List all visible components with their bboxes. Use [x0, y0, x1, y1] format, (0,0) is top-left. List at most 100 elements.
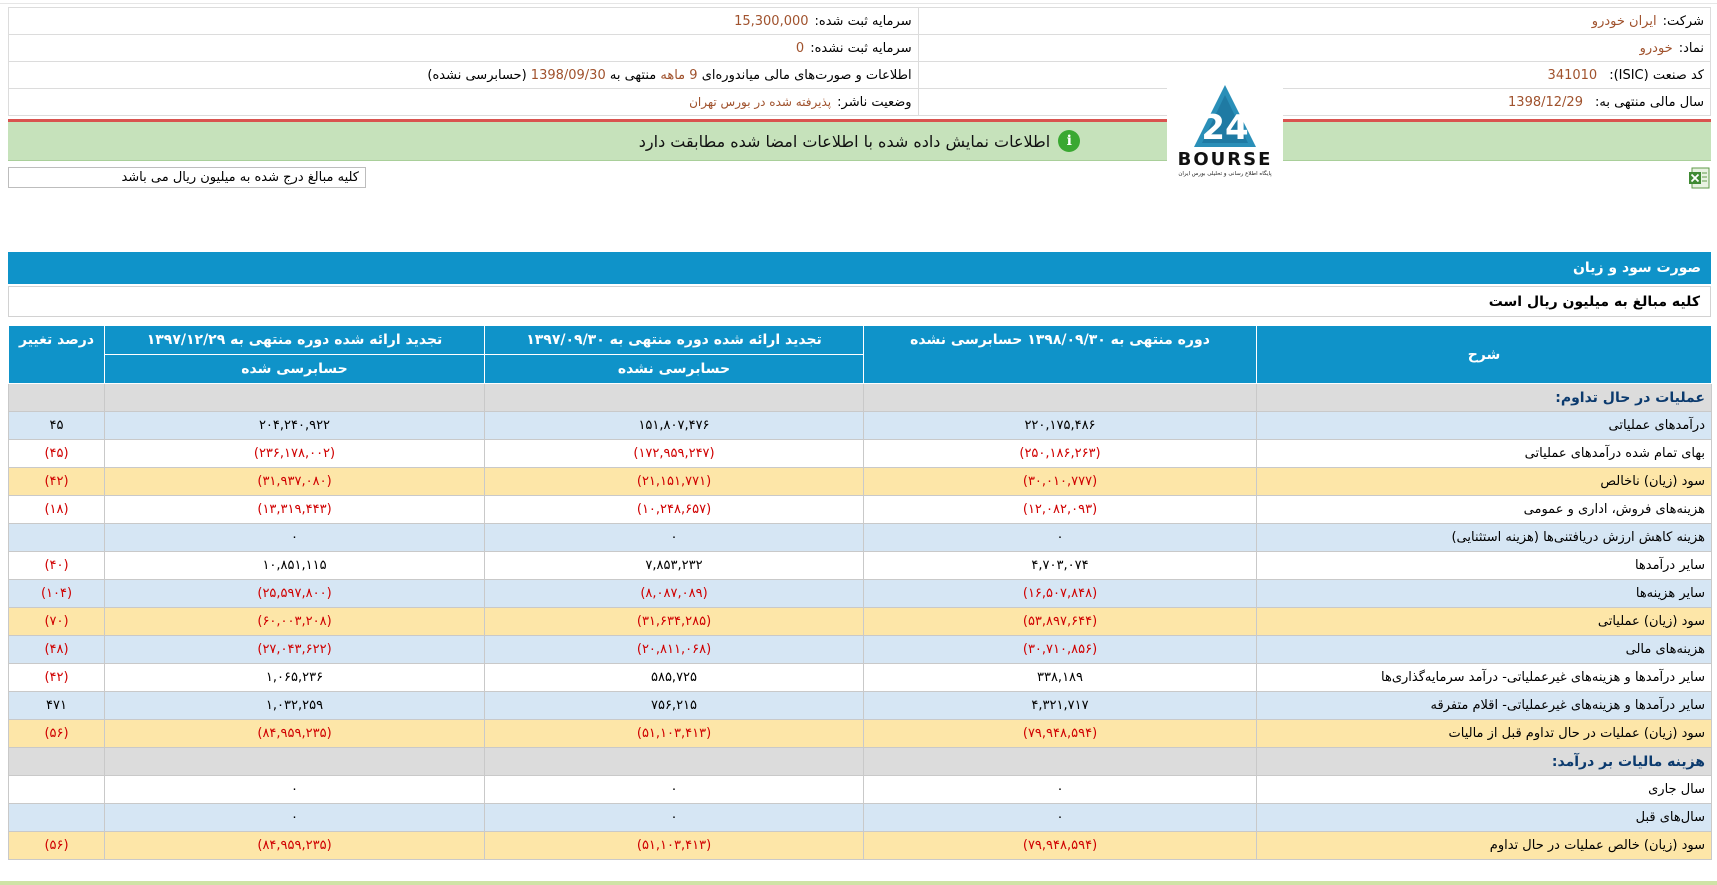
- row-description: سال جاری: [1256, 775, 1712, 804]
- row-value-1397-09-30: (۱۷۲,۹۵۹,۲۴۷): [484, 439, 864, 468]
- row-value-1398-09-30: ۳۳۸,۱۸۹: [863, 663, 1257, 692]
- header-pct: درصد تغییر: [8, 325, 105, 384]
- bottom-strip: [0, 881, 1717, 885]
- fiscal-year-cell: سال مالی منتهی به:1398/12/29: [917, 88, 1712, 116]
- registered-capital-value: 15,300,000: [734, 13, 809, 29]
- row-percent-change: (۴۲): [8, 467, 105, 496]
- row-value-1397-09-30: (۵۱,۱۰۳,۴۱۳): [484, 831, 864, 860]
- isic-cell: کد صنعت (ISIC):341010: [917, 61, 1712, 89]
- row-percent-change: (۱۰۴): [8, 579, 105, 608]
- row-value-1398-09-30: ۴,۳۲۱,۷۱۷: [863, 691, 1257, 720]
- row-value-1397-09-30: [484, 383, 864, 412]
- row-percent-change: ۴۷۱: [8, 691, 105, 720]
- row-value-1397-12-29: (۲۵,۵۹۷,۸۰۰): [104, 579, 485, 608]
- row-description: بهای تمام شده درآمدهای عملیاتی: [1256, 439, 1712, 468]
- row-value-1397-12-29: ۱۰,۸۵۱,۱۱۵: [104, 551, 485, 580]
- row-value-1398-09-30: ۲۲۰,۱۷۵,۴۸۶: [863, 411, 1257, 440]
- row-value-1397-12-29: (۱۳,۳۱۹,۴۴۳): [104, 495, 485, 524]
- row-value-1398-09-30: ۰: [863, 803, 1257, 832]
- fiscal-year-value: 1398/12/29: [1508, 94, 1583, 110]
- section-unit-text: کلیه مبالغ به میلیون ریال است: [1488, 293, 1700, 310]
- registered-capital-cell: سرمایه ثبت شده:15,300,000: [8, 7, 919, 35]
- row-value-1398-09-30: (۵۳,۸۹۷,۶۴۴): [863, 607, 1257, 636]
- row-value-1397-09-30: (۲۰,۸۱۱,۰۶۸): [484, 635, 864, 664]
- company-info-table: شرکت:ایران خودرو سرمایه ثبت شده:15,300,0…: [8, 7, 1712, 116]
- row-value-1398-09-30: (۷۹,۹۴۸,۵۹۴): [863, 831, 1257, 860]
- row-description: سال‌های قبل: [1256, 803, 1712, 832]
- row-value-1397-12-29: [104, 747, 485, 776]
- verification-notice: i اطلاعات نمایش داده شده با اطلاعات امضا…: [8, 122, 1711, 161]
- row-value-1397-09-30: ۷۵۶,۲۱۵: [484, 691, 864, 720]
- row-value-1397-12-29: [104, 383, 485, 412]
- row-value-1398-09-30: ۰: [863, 523, 1257, 552]
- section-unit-line: کلیه مبالغ به میلیون ریال است: [8, 286, 1711, 317]
- row-percent-change: [8, 523, 105, 552]
- row-value-1398-09-30: (۳۰,۰۱۰,۷۷۷): [863, 467, 1257, 496]
- info-icon: i: [1058, 130, 1081, 152]
- logo-brand-text: BOURSE: [1177, 149, 1273, 170]
- table-row: سود (زیان) عملیاتی (۵۳,۸۹۷,۶۴۴) (۳۱,۶۳۴,۲۸…: [8, 607, 1712, 636]
- row-percent-change: (۵۶): [8, 831, 105, 860]
- row-value-1397-12-29: ۱,۰۶۵,۲۳۶: [104, 663, 485, 692]
- header-col3: تجدید ارائه شده دوره منتهی به ۱۳۹۷/۱۲/۲۹: [104, 325, 485, 355]
- table-row: سود (زیان) عملیات در حال تداوم قبل از ما…: [8, 719, 1712, 748]
- table-row: سال‌های قبل ۰ ۰ ۰: [8, 803, 1712, 832]
- row-percent-change: (۱۸): [8, 495, 105, 524]
- header-col2-sub: حسابرسی نشده: [484, 354, 864, 384]
- publisher-status-cell: وضعیت ناشر:پذیرفته شده در بورس تهران: [8, 88, 919, 116]
- row-description: سود (زیان) خالص عملیات در حال تداوم: [1256, 831, 1712, 860]
- row-value-1397-09-30: ۰: [484, 775, 864, 804]
- table-row: هزینه‌های مالی (۳۰,۷۱۰,۸۵۶) (۲۰,۸۱۱,۰۶۸) (۲…: [8, 635, 1712, 664]
- logo-subtitle: پایگاه اطلاع رسانی و تحلیلی بورس ایران: [1178, 171, 1272, 177]
- row-description: سود (زیان) عملیاتی: [1256, 607, 1712, 636]
- table-row: هزینه کاهش ارزش دریافتنی‌ها (هزینه استثن…: [8, 523, 1712, 552]
- isic-value: 341010: [1547, 67, 1598, 83]
- row-percent-change: [8, 383, 105, 412]
- table-body: عملیات در حال تداوم: درآمدهای عملیاتی ۲۲۰,…: [8, 383, 1712, 860]
- row-percent-change: [8, 803, 105, 832]
- row-value-1397-12-29: ۰: [104, 775, 485, 804]
- unregistered-capital-value: 0: [795, 40, 805, 56]
- publisher-status-value: پذیرفته شده در بورس تهران: [689, 94, 832, 109]
- row-percent-change: [8, 747, 105, 776]
- row-value-1397-12-29: ۱,۰۳۲,۲۵۹: [104, 691, 485, 720]
- row-description: سایر درآمدها و هزینه‌های غیرعملیاتی- اقل…: [1256, 691, 1712, 720]
- row-value-1397-12-29: (۲۳۶,۱۷۸,۰۰۲): [104, 439, 485, 468]
- row-value-1398-09-30: [863, 747, 1257, 776]
- company-value[interactable]: ایران خودرو: [1592, 14, 1657, 29]
- income-statement-table: شرح دوره منتهی به ۱۳۹۸/۰۹/۳۰ حسابرسی نشد…: [8, 325, 1712, 860]
- row-value-1398-09-30: [863, 383, 1257, 412]
- table-row: سود (زیان) ناخالص (۳۰,۰۱۰,۷۷۷) (۲۱,۱۵۱,۷۷۱…: [8, 467, 1712, 496]
- row-description: سایر هزینه‌ها: [1256, 579, 1712, 608]
- top-border: [0, 0, 1717, 4]
- bourse24-logo[interactable]: 24 BOURSE پایگاه اطلاع رسانی و تحلیلی بو…: [1167, 81, 1283, 189]
- row-description: سود (زیان) عملیات در حال تداوم قبل از ما…: [1256, 719, 1712, 748]
- row-value-1397-09-30: ۷,۸۵۳,۲۳۲: [484, 551, 864, 580]
- row-value-1398-09-30: ۰: [863, 775, 1257, 804]
- symbol-value[interactable]: خودرو: [1640, 41, 1673, 56]
- row-description: هزینه‌های مالی: [1256, 635, 1712, 664]
- row-description: سود (زیان) ناخالص: [1256, 467, 1712, 496]
- row-description: هزینه مالیات بر درآمد:: [1256, 747, 1712, 776]
- section-title-bar: صورت سود و زیان: [8, 252, 1711, 284]
- row-value-1397-12-29: (۸۴,۹۵۹,۲۳۵): [104, 831, 485, 860]
- row-value-1397-12-29: (۶۰,۰۰۳,۲۰۸): [104, 607, 485, 636]
- row-value-1397-09-30: ۰: [484, 523, 864, 552]
- table-row: سایر درآمدها و هزینه‌های غیرعملیاتی- درآ…: [8, 663, 1712, 692]
- table-row: سود (زیان) خالص عملیات در حال تداوم (۷۹,۹…: [8, 831, 1712, 860]
- row-value-1398-09-30: (۷۹,۹۴۸,۵۹۴): [863, 719, 1257, 748]
- row-value-1397-09-30: [484, 747, 864, 776]
- row-value-1397-12-29: (۲۷,۰۴۳,۶۲۲): [104, 635, 485, 664]
- excel-export-icon[interactable]: [1688, 166, 1710, 190]
- row-value-1397-12-29: (۳۱,۹۳۷,۰۸۰): [104, 467, 485, 496]
- row-percent-change: [8, 775, 105, 804]
- row-value-1397-09-30: (۸,۰۸۷,۰۸۹): [484, 579, 864, 608]
- table-row: سایر درآمدها ۴,۷۰۳,۰۷۴ ۷,۸۵۳,۲۳۲ ۱۰,۸۵۱,۱۱۵…: [8, 551, 1712, 580]
- report-description-cell: اطلاعات و صورت‌های مالی میاندوره‌ای 9 ما…: [8, 61, 919, 89]
- table-row: درآمدهای عملیاتی ۲۲۰,۱۷۵,۴۸۶ ۱۵۱,۸۰۷,۴۷۶ ۲۰…: [8, 411, 1712, 440]
- row-description: هزینه‌های فروش، اداری و عمومی: [1256, 495, 1712, 524]
- notice-text: اطلاعات نمایش داده شده با اطلاعات امضا ش…: [638, 131, 1051, 151]
- row-value-1398-09-30: (۱۶,۵۰۷,۸۴۸): [863, 579, 1257, 608]
- row-value-1398-09-30: (۱۲,۰۸۲,۰۹۳): [863, 495, 1257, 524]
- header-col2: تجدید ارائه شده دوره منتهی به ۱۳۹۷/۰۹/۳۰: [484, 325, 864, 355]
